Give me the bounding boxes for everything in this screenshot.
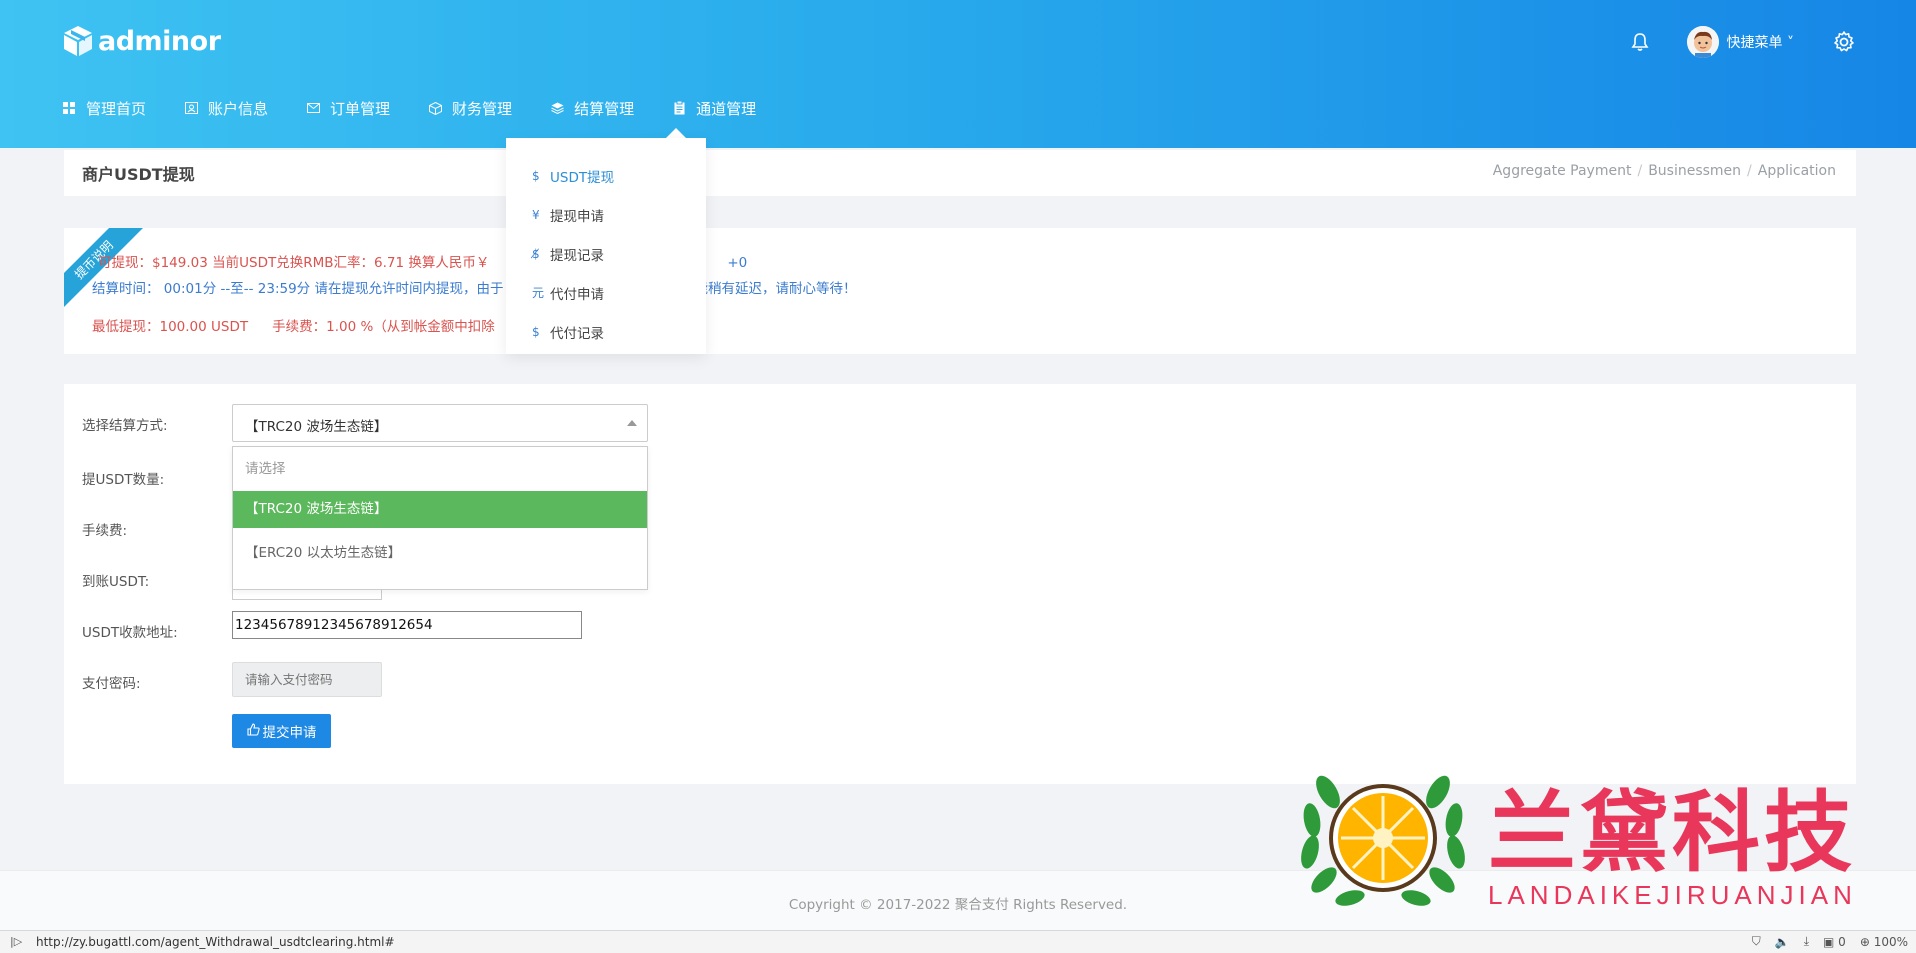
zoom-level[interactable]: ⊕ 100% — [1860, 935, 1908, 949]
withdraw-form-card: 选择结算方式: 【TRC20 波场生态链】 请选择 【TRC20 波场生态链】 … — [64, 384, 1856, 784]
breadcrumb-item[interactable]: Aggregate Payment — [1493, 163, 1632, 179]
envelope-icon — [306, 101, 320, 115]
menu-item-label: 提现申请 — [550, 208, 604, 225]
blocked-count-value: 0 — [1838, 934, 1846, 949]
arrive-label: 到账USDT: — [82, 574, 150, 590]
watermark-title: 兰黛科技 — [1488, 780, 1857, 884]
logo[interactable]: adminor — [62, 24, 221, 58]
settlement-time-text: 结算时间： 00:01分 --至-- 23:59分 请在提现允许时间内提现，由于 — [92, 281, 504, 297]
submit-button[interactable]: 提交申请 — [232, 714, 331, 748]
dollar-slash-icon: $̸ — [532, 246, 540, 261]
grid-icon — [62, 101, 76, 115]
settle-method-label: 选择结算方式: — [82, 418, 168, 434]
gear-icon[interactable] — [1832, 30, 1856, 54]
blocked-count[interactable]: ▣ 0 — [1823, 935, 1846, 949]
amount-label: 提USDT数量: — [82, 472, 165, 488]
box-logo-icon — [64, 26, 92, 56]
thumbs-up-icon — [246, 723, 260, 739]
menu-item-usdt-withdraw[interactable]: $ USDT提现 — [506, 156, 706, 195]
watermark: 兰黛科技 LANDAIKEJIRUANJIAN — [1294, 762, 1894, 912]
yen-icon: ¥ — [532, 207, 540, 222]
menu-item-payout-apply[interactable]: 元 代付申请 — [506, 273, 706, 312]
nav-item-settlement[interactable]: 结算管理 — [550, 98, 634, 119]
page-title: 商户USDT提现 — [82, 165, 195, 184]
avatar[interactable] — [1686, 26, 1719, 58]
fee-label: 手续费: — [82, 523, 128, 539]
settle-method-select[interactable]: 【TRC20 波场生态链】 — [232, 404, 648, 442]
watermark-subtitle: LANDAIKEJIRUANJIAN — [1488, 880, 1857, 910]
menu-item-label: USDT提现 — [550, 169, 615, 186]
bell-icon[interactable] — [1629, 31, 1651, 53]
option-placeholder[interactable]: 请选择 — [233, 447, 647, 491]
nav-label: 通道管理 — [696, 99, 757, 118]
header-bar: adminor 快捷菜单 ˅ 管理首页 账户信息 订单管理 财务管理 结算管理 … — [0, 0, 1916, 148]
nav-item-finance[interactable]: 财务管理 — [428, 98, 512, 119]
nav-label: 订单管理 — [330, 99, 391, 118]
chevron-up-icon — [627, 420, 637, 426]
quick-menu-dropdown[interactable]: 快捷菜单 ˅ — [1727, 32, 1794, 52]
nav-label: 账户信息 — [208, 99, 269, 118]
sidebar-toggle-icon[interactable]: |▷ — [10, 935, 22, 948]
usdt-address-input[interactable] — [232, 611, 582, 639]
cube-icon — [428, 101, 442, 115]
settlement-time-line: 结算时间： 00:01分 --至-- 23:59分 请在提现允许时间内提现，由于… — [92, 277, 856, 297]
avatar-face-icon — [1686, 26, 1719, 58]
nav-label: 财务管理 — [452, 99, 513, 118]
breadcrumb-item: Application — [1757, 163, 1836, 179]
settlement-dropdown-menu: $ USDT提现 ¥ 提现申请 $̸ 提现记录 元 代付申请 $ 代付记录 — [506, 138, 706, 354]
yuan-icon: 元 — [532, 286, 545, 300]
balance-extra: +0 — [727, 255, 748, 271]
user-card-icon — [184, 101, 198, 115]
min-withdraw-text: 最低提现：100.00 USDT — [92, 319, 249, 335]
breadcrumb: Aggregate Payment / Businessmen / Applicatio… — [1493, 163, 1836, 179]
breadcrumb-separator: / — [1637, 163, 1643, 179]
option-trc20[interactable]: 【TRC20 波场生态链】 — [233, 491, 647, 528]
status-url: http://zy.bugattl.com/agent_Withdrawal_u… — [36, 935, 395, 949]
settle-method-options: 请选择 【TRC20 波场生态链】 【ERC20 以太坊生态链】 — [232, 446, 648, 590]
nav-item-orders[interactable]: 订单管理 — [306, 98, 390, 119]
laurel-orange-logo-icon — [1301, 775, 1465, 906]
breadcrumb-item[interactable]: Businessmen — [1648, 163, 1741, 179]
option-erc20[interactable]: 【ERC20 以太坊生态链】 — [233, 528, 647, 578]
speaker-icon[interactable]: 🔈 — [1775, 935, 1790, 949]
zoom-value: 100% — [1873, 934, 1908, 949]
select-value: 【TRC20 波场生态链】 — [245, 419, 388, 435]
status-right-tools: ⛉ 🔈 ⤓ ▣ 0 ⊕ 100% — [1752, 934, 1908, 949]
dropdown-caret — [666, 128, 686, 138]
withdraw-notice-card: 提币说明 可提现：$149.03 当前USDT兑换RMB汇率：6.71 换算人民… — [64, 228, 1856, 354]
top-right-toolbar: 快捷菜单 ˅ — [1629, 26, 1856, 58]
fee-text: 手续费：1.00 %（从到帐金额中扣除 — [272, 319, 495, 335]
fee-line: 最低提现：100.00 USDT 手续费：1.00 %（从到帐金额中扣除 — [92, 315, 495, 335]
breadcrumb-separator: / — [1747, 163, 1752, 179]
nav-label: 管理首页 — [86, 99, 147, 118]
main-nav: 管理首页 账户信息 订单管理 财务管理 结算管理 通道管理 — [62, 96, 794, 120]
nav-item-channels[interactable]: 通道管理 — [672, 98, 756, 119]
menu-item-withdraw-apply[interactable]: ¥ 提现申请 — [506, 195, 706, 234]
nav-item-account[interactable]: 账户信息 — [184, 98, 268, 119]
clipboard-icon — [672, 101, 686, 115]
layers-icon — [550, 101, 564, 115]
download-icon[interactable]: ⤓ — [1804, 934, 1809, 949]
menu-item-label: 代付申请 — [550, 286, 604, 303]
submit-label: 提交申请 — [262, 725, 317, 740]
password-label: 支付密码: — [82, 676, 141, 692]
nav-label: 结算管理 — [574, 99, 635, 118]
page-title-card: 商户USDT提现 Aggregate Payment / Businessmen / A… — [64, 150, 1856, 196]
menu-item-label: 提现记录 — [550, 247, 604, 264]
address-label: USDT收款地址: — [82, 625, 178, 641]
dollar-icon: $ — [532, 168, 540, 183]
menu-item-withdraw-records[interactable]: $̸ 提现记录 — [506, 234, 706, 273]
nav-item-home[interactable]: 管理首页 — [62, 98, 146, 119]
shield-icon[interactable]: ⛉ — [1752, 934, 1761, 949]
dollar-icon: $ — [532, 324, 540, 339]
balance-text: 可提现：$149.03 当前USDT兑换RMB汇率：6.71 换算人民币￥ — [98, 255, 490, 271]
pay-password-input[interactable] — [232, 662, 382, 697]
logo-text: adminor — [98, 25, 221, 57]
browser-status-bar: |▷ http://zy.bugattl.com/agent_Withdrawa… — [0, 930, 1916, 953]
menu-item-label: 代付记录 — [550, 325, 604, 342]
menu-item-payout-records[interactable]: $ 代付记录 — [506, 312, 706, 351]
